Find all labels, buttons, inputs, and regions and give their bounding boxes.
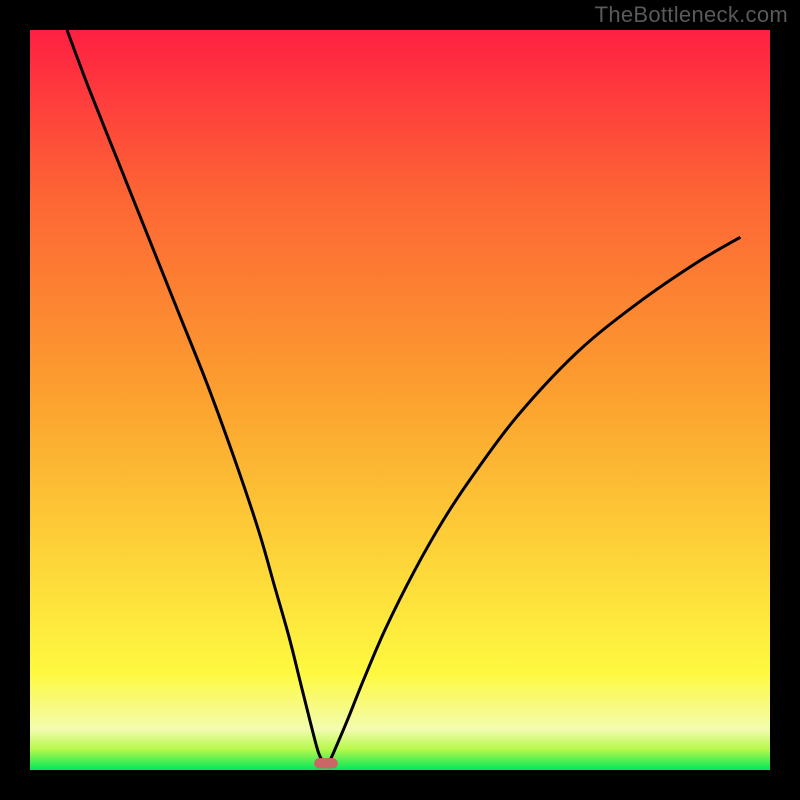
chart-container: TheBottleneck.com bbox=[0, 0, 800, 800]
gradient-background bbox=[30, 30, 770, 770]
bottleneck-chart bbox=[0, 0, 800, 800]
optimal-marker bbox=[314, 758, 338, 768]
watermark-text: TheBottleneck.com bbox=[595, 2, 788, 28]
